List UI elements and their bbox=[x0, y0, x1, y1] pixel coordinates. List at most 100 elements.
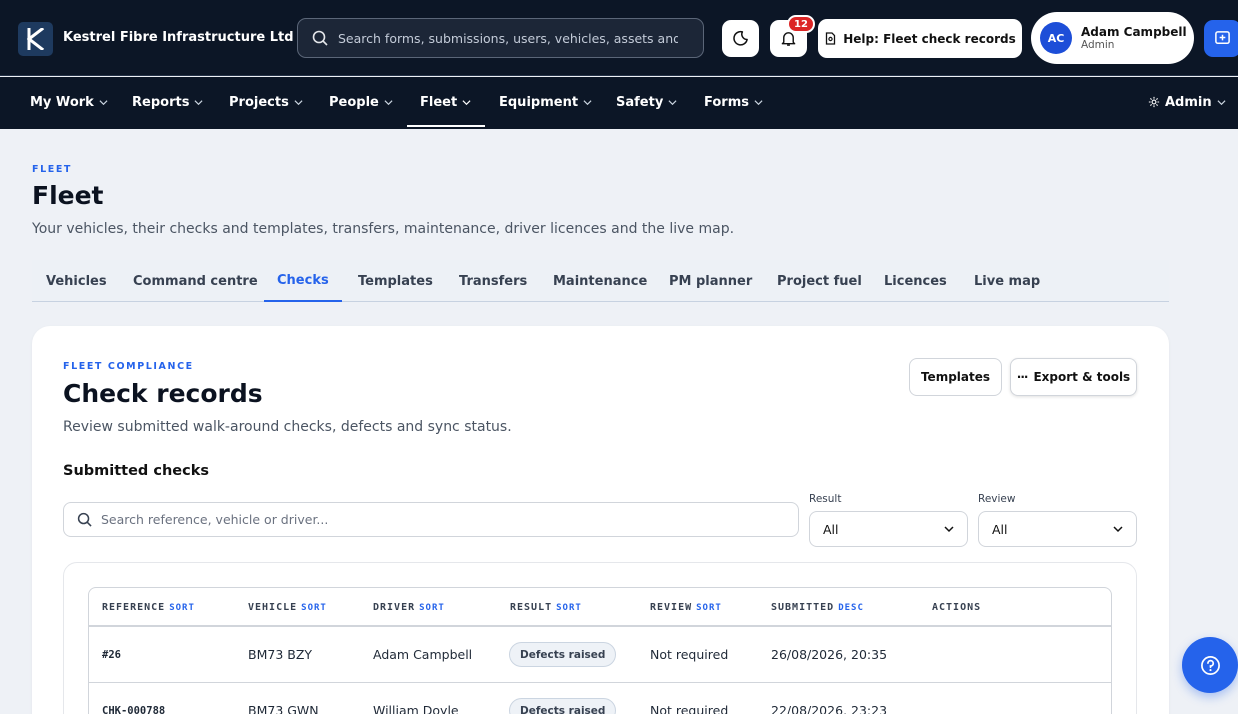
chevron-down-icon bbox=[944, 526, 954, 533]
help-button[interactable]: Help: Fleet check records bbox=[818, 19, 1022, 58]
nav-label: Projects bbox=[229, 94, 289, 110]
review-filter-select[interactable]: All bbox=[978, 511, 1137, 547]
column-label: DRIVER bbox=[373, 602, 416, 613]
sort-indicator[interactable]: SORT bbox=[301, 603, 327, 613]
column-label: VEHICLE bbox=[248, 602, 298, 613]
chevron-down-icon bbox=[194, 99, 203, 105]
nav-label: My Work bbox=[30, 94, 94, 110]
cell-review: Not required bbox=[650, 647, 729, 662]
tab-pm-planner[interactable]: PM planner bbox=[669, 260, 752, 302]
result-badge: Defects raised bbox=[509, 698, 617, 714]
cell-driver: William Doyle bbox=[373, 703, 459, 714]
sort-indicator[interactable]: SORT bbox=[419, 603, 445, 613]
table-search[interactable] bbox=[63, 502, 799, 537]
nav-label: Reports bbox=[132, 94, 190, 110]
review-filter-label: Review bbox=[978, 493, 1016, 505]
cell-submitted: 26/08/2026, 20:35 bbox=[771, 647, 888, 662]
sort-indicator[interactable]: DESC bbox=[838, 603, 864, 613]
global-search[interactable] bbox=[297, 18, 704, 58]
tab-transfers[interactable]: Transfers bbox=[459, 260, 527, 302]
chevron-down-icon bbox=[1113, 526, 1123, 533]
user-name: Adam Campbell bbox=[1081, 25, 1187, 39]
column-header-result[interactable]: RESULT SORT bbox=[510, 602, 582, 613]
table-search-input[interactable] bbox=[101, 512, 751, 527]
global-search-input[interactable] bbox=[338, 30, 678, 46]
sort-indicator[interactable]: SORT bbox=[169, 603, 195, 613]
page-description: Your vehicles, their checks and template… bbox=[32, 221, 735, 237]
user-menu-button[interactable]: AC Adam Campbell Admin bbox=[1031, 12, 1194, 64]
column-label: RESULT bbox=[510, 602, 553, 613]
tab-licences[interactable]: Licences bbox=[884, 260, 947, 302]
sort-indicator[interactable]: SORT bbox=[556, 603, 582, 613]
gear-icon bbox=[1148, 96, 1160, 108]
feedback-button[interactable] bbox=[1204, 20, 1238, 57]
chevron-down-icon bbox=[99, 99, 108, 105]
chevron-down-icon bbox=[294, 99, 303, 105]
document-icon bbox=[826, 32, 836, 45]
nav-projects[interactable]: Projects bbox=[229, 77, 303, 127]
nav-fleet[interactable]: Fleet bbox=[407, 77, 485, 127]
cell-review: Not required bbox=[650, 703, 729, 714]
cell-submitted: 22/08/2026, 23:23 bbox=[771, 703, 888, 714]
tab-checks[interactable]: Checks bbox=[264, 260, 342, 302]
export-tools-button[interactable]: ··· Export & tools bbox=[1010, 358, 1137, 396]
more-dots-icon: ··· bbox=[1016, 370, 1029, 384]
cell-vehicle: BM73 GWN bbox=[248, 703, 319, 714]
k-logo-icon bbox=[26, 28, 44, 50]
column-header-submitted[interactable]: SUBMITTED DESC bbox=[771, 602, 864, 613]
cell-reference[interactable]: CHK-000788 bbox=[102, 705, 165, 714]
tab-project-fuel[interactable]: Project fuel bbox=[777, 260, 862, 302]
column-header-actions: ACTIONS bbox=[932, 602, 981, 613]
submitted-checks-heading: Submitted checks bbox=[63, 463, 209, 479]
app-logo[interactable] bbox=[18, 22, 53, 56]
nav-label: Equipment bbox=[499, 94, 579, 110]
moon-icon bbox=[733, 30, 748, 46]
templates-button[interactable]: Templates bbox=[909, 358, 1002, 396]
message-plus-icon bbox=[1215, 31, 1230, 44]
tab-command-centre[interactable]: Command centre bbox=[133, 260, 258, 302]
result-filter-select[interactable]: All bbox=[809, 511, 968, 547]
nav-forms[interactable]: Forms bbox=[704, 77, 763, 127]
table-row[interactable]: CHK-000788 BM73 GWN William Doyle Defect… bbox=[89, 683, 1111, 714]
table-row[interactable]: #26 BM73 BZY Adam Campbell Defects raise… bbox=[89, 627, 1111, 683]
nav-safety[interactable]: Safety bbox=[616, 77, 677, 127]
nav-label: Forms bbox=[704, 94, 749, 110]
tab-vehicles[interactable]: Vehicles bbox=[46, 260, 107, 302]
column-header-review[interactable]: REVIEW SORT bbox=[650, 602, 722, 613]
review-filter-value: All bbox=[992, 521, 1008, 537]
column-header-driver[interactable]: DRIVER SORT bbox=[373, 602, 445, 613]
chevron-down-icon bbox=[668, 99, 677, 105]
tab-templates[interactable]: Templates bbox=[358, 260, 433, 302]
result-badge: Defects raised bbox=[509, 642, 617, 667]
tab-maintenance[interactable]: Maintenance bbox=[553, 260, 647, 302]
card-description: Review submitted walk-around checks, def… bbox=[63, 419, 512, 435]
nav-label: Fleet bbox=[420, 94, 458, 110]
chevron-down-icon bbox=[1217, 99, 1226, 105]
column-label: SUBMITTED bbox=[771, 602, 835, 613]
card-title: Check records bbox=[63, 379, 263, 408]
column-header-vehicle[interactable]: VEHICLE SORT bbox=[248, 602, 327, 613]
main-nav: My Work Reports Projects People Fleet Eq… bbox=[0, 77, 1238, 129]
avatar: AC bbox=[1040, 22, 1072, 54]
nav-my-work[interactable]: My Work bbox=[30, 77, 108, 127]
nav-equipment[interactable]: Equipment bbox=[499, 77, 592, 127]
chevron-down-icon bbox=[583, 99, 592, 105]
tab-live-map[interactable]: Live map bbox=[974, 260, 1040, 302]
cell-reference[interactable]: #26 bbox=[102, 649, 121, 661]
help-button-label: Help: Fleet check records bbox=[843, 31, 1016, 46]
theme-toggle-button[interactable] bbox=[722, 20, 759, 57]
top-bar: Kestrel Fibre Infrastructure Ltd 12 Help… bbox=[0, 0, 1238, 76]
column-header-reference[interactable]: REFERENCE SORT bbox=[102, 602, 195, 613]
help-fab-button[interactable] bbox=[1182, 637, 1238, 693]
fleet-tabs: Vehicles Command centre Checks Templates… bbox=[32, 260, 1169, 302]
company-name: Kestrel Fibre Infrastructure Ltd bbox=[63, 30, 294, 45]
sort-indicator[interactable]: SORT bbox=[696, 603, 722, 613]
column-label: REVIEW bbox=[650, 602, 693, 613]
card-eyebrow: FLEET COMPLIANCE bbox=[63, 361, 194, 372]
nav-admin[interactable]: Admin bbox=[1148, 77, 1226, 127]
column-label: ACTIONS bbox=[932, 602, 982, 613]
table-header: REFERENCE SORT VEHICLE SORT DRIVER SORT RES… bbox=[89, 588, 1111, 627]
export-tools-label: Export & tools bbox=[1033, 370, 1131, 384]
nav-reports[interactable]: Reports bbox=[132, 77, 203, 127]
nav-people[interactable]: People bbox=[329, 77, 393, 127]
